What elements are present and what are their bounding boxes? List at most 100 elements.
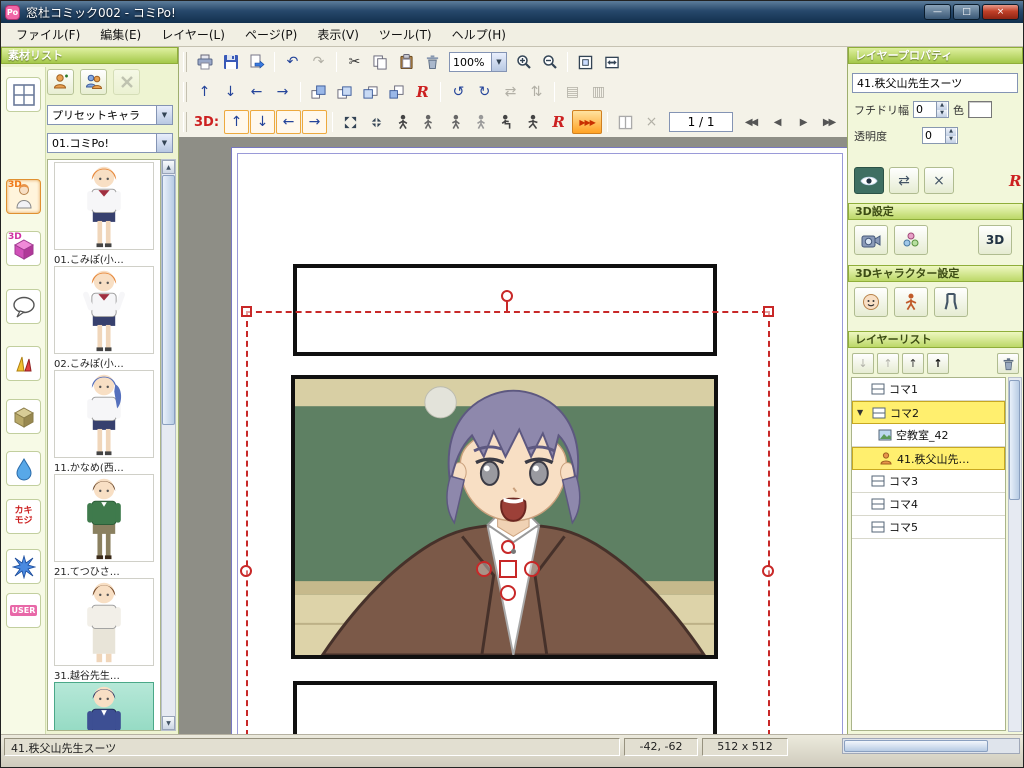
layer-move-down-button[interactable]: ↓ — [852, 353, 874, 374]
material-item[interactable]: 31.越谷先生… — [48, 576, 160, 682]
page-canvas[interactable] — [179, 137, 849, 734]
gizmo-handle-right[interactable] — [524, 561, 540, 577]
add-group-button[interactable] — [80, 69, 107, 95]
joint-settings-button[interactable] — [894, 225, 928, 255]
camera-zoom-in-button[interactable] — [338, 110, 363, 134]
selection-handle-middle-left[interactable] — [240, 565, 252, 577]
expander-icon[interactable]: ▼ — [857, 408, 867, 417]
send-backward-button[interactable] — [358, 80, 383, 104]
zoom-input[interactable] — [450, 53, 491, 71]
layer-list-scrollbar[interactable] — [1008, 377, 1022, 732]
scroll-up-button[interactable]: ▲ — [162, 160, 175, 174]
gizmo-center-handle[interactable] — [499, 560, 517, 578]
pose-walk-button[interactable] — [520, 110, 545, 134]
category-effect-burst[interactable] — [6, 549, 41, 584]
pose-left-button[interactable] — [416, 110, 441, 134]
camera-up-button[interactable]: ↑ — [224, 110, 250, 134]
close-button[interactable]: × — [982, 4, 1019, 20]
selection-handle-top-right[interactable] — [763, 306, 774, 317]
layer-row-character[interactable]: 41.秩父山先… — [852, 447, 1005, 470]
toggle-3d-view-button[interactable]: 3D — [978, 225, 1012, 255]
category-3d-character[interactable]: 3D — [6, 179, 41, 214]
add-character-button[interactable] — [47, 69, 74, 95]
set-dropdown[interactable]: 01.コミPo! ▼ — [47, 133, 173, 153]
camera-zoom-out-button[interactable] — [364, 110, 389, 134]
layer-row-koma5[interactable]: コマ5 — [852, 516, 1005, 539]
layer-row-koma4[interactable]: コマ4 — [852, 493, 1005, 516]
category-dropdown[interactable]: プリセットキャラ ▼ — [47, 105, 173, 125]
menu-view[interactable]: 表示(V) — [308, 23, 368, 46]
menu-file[interactable]: ファイル(F) — [7, 23, 89, 46]
minimize-button[interactable]: — — [924, 4, 951, 20]
last-page-button[interactable]: ▶▶ — [816, 110, 841, 134]
layer-raise-button[interactable]: ↑ — [902, 353, 924, 374]
panel-close-button[interactable]: × — [639, 110, 664, 134]
comic-frame-1[interactable] — [293, 264, 717, 356]
flip-vertical-button[interactable]: ⇅ — [524, 80, 549, 104]
outline-color-swatch[interactable] — [968, 101, 992, 118]
delete-button[interactable] — [420, 50, 445, 74]
category-3d-item[interactable]: 3D — [6, 231, 41, 266]
zoom-in-button[interactable] — [511, 50, 536, 74]
toolbar-grip[interactable] — [183, 82, 187, 102]
category-kakimoji[interactable]: カキ モジ — [6, 499, 41, 534]
undo-button[interactable]: ↶ — [280, 50, 305, 74]
menu-edit[interactable]: 編集(E) — [91, 23, 150, 46]
visibility-button[interactable] — [854, 167, 884, 194]
layer-to-top-button[interactable]: ↑ — [927, 353, 949, 374]
layer-row-koma1[interactable]: コマ1 — [852, 378, 1005, 401]
opacity-down[interactable]: ▼ — [946, 135, 956, 143]
layer-move-up-button[interactable]: ↑ — [877, 353, 899, 374]
bring-forward-button[interactable] — [332, 80, 357, 104]
move-up-button[interactable]: ↑ — [192, 80, 217, 104]
canvas-horizontal-scrollbar[interactable] — [842, 738, 1020, 754]
outline-width-up[interactable]: ▲ — [937, 102, 947, 110]
pose-back-button[interactable] — [468, 110, 493, 134]
move-down-button[interactable]: ↓ — [218, 80, 243, 104]
set-dropdown-arrow[interactable]: ▼ — [156, 134, 172, 152]
rotate-ccw-button[interactable]: ↺ — [446, 80, 471, 104]
fit-page-button[interactable] — [573, 50, 598, 74]
menu-tools[interactable]: ツール(T) — [370, 23, 441, 46]
camera-right-button[interactable]: → — [302, 110, 328, 134]
swap-layer-button[interactable]: ⇄ — [889, 167, 919, 194]
save-button[interactable] — [218, 50, 243, 74]
animate-play-button[interactable]: ▶▶▶ — [572, 110, 603, 134]
comic-frame-3[interactable] — [293, 681, 717, 734]
property-reset-button[interactable]: R — [1009, 172, 1021, 190]
pose-front-button[interactable] — [390, 110, 415, 134]
scrollbar-thumb[interactable] — [162, 175, 175, 425]
category-manga-symbol[interactable] — [6, 346, 41, 381]
scroll-down-button[interactable]: ▼ — [162, 716, 175, 730]
layer-name-field[interactable] — [852, 73, 1018, 93]
flip-horizontal-button[interactable]: ⇄ — [498, 80, 523, 104]
previous-page-button[interactable]: ◀ — [764, 110, 789, 134]
selection-handle-top-left[interactable] — [241, 306, 252, 317]
category-item-box[interactable] — [6, 399, 41, 434]
face-settings-button[interactable] — [854, 287, 888, 317]
opacity-input[interactable] — [923, 128, 945, 143]
gizmo-handle-left[interactable] — [476, 561, 492, 577]
category-panel-layout[interactable] — [6, 77, 41, 112]
rotation-handle[interactable] — [501, 290, 513, 302]
redo-button[interactable]: ↷ — [306, 50, 331, 74]
fit-width-button[interactable] — [599, 50, 624, 74]
align-rows-button[interactable]: ▤ — [560, 80, 585, 104]
panel-settings-button[interactable] — [613, 110, 638, 134]
selection-handle-middle-right[interactable] — [762, 565, 774, 577]
material-item[interactable]: 02.こみぽ(小… — [48, 264, 160, 370]
pose-right-button[interactable] — [442, 110, 467, 134]
clear-layer-button[interactable]: × — [924, 167, 954, 194]
camera-left-button[interactable]: ← — [276, 110, 302, 134]
align-columns-button[interactable]: ▥ — [586, 80, 611, 104]
cut-button[interactable]: ✂ — [342, 50, 367, 74]
send-to-back-button[interactable] — [384, 80, 409, 104]
material-item[interactable]: 01.こみぽ(小… — [48, 160, 160, 266]
category-balloon[interactable] — [6, 289, 41, 324]
first-page-button[interactable]: ◀◀ — [738, 110, 763, 134]
rotate-reset-button[interactable]: R — [410, 80, 435, 104]
opacity-up[interactable]: ▲ — [946, 128, 956, 136]
remove-material-button[interactable] — [113, 69, 140, 95]
material-item[interactable]: 11.かなめ(西… — [48, 368, 160, 474]
bring-to-front-button[interactable] — [306, 80, 331, 104]
